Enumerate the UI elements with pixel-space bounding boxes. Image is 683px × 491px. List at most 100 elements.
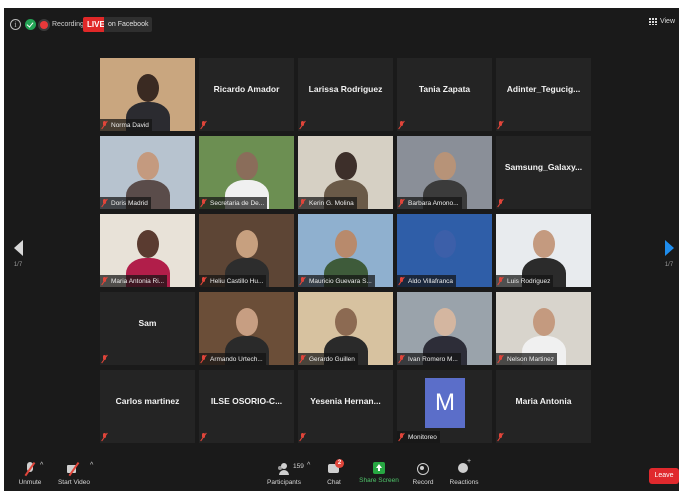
security-shield-icon[interactable] xyxy=(25,19,36,30)
chat-label: Chat xyxy=(327,479,341,486)
leave-button[interactable]: Leave xyxy=(649,468,679,484)
participant-tile[interactable]: Maria Antonia Ri... xyxy=(100,214,195,287)
info-icon[interactable]: i xyxy=(10,19,21,30)
participant-label: Doris Madrid xyxy=(100,197,151,209)
microphone-muted-icon xyxy=(399,355,405,363)
participant-tile[interactable]: Yesenia Hernan... xyxy=(298,370,393,443)
start-video-label: Start Video xyxy=(57,479,91,486)
view-button[interactable]: View xyxy=(648,18,675,25)
microphone-muted-icon xyxy=(300,121,306,129)
participant-name: Barbara Amono... xyxy=(408,199,459,207)
share-screen-button[interactable]: Share Screen xyxy=(359,462,399,484)
participant-tile[interactable]: Maria Antonia xyxy=(496,370,591,443)
participant-name-display: Carlos martinez xyxy=(115,395,180,406)
microphone-muted-icon xyxy=(201,277,207,285)
participant-tile[interactable]: Luis Rodriguez xyxy=(496,214,591,287)
microphone-muted-icon xyxy=(399,277,405,285)
participant-name: Gerardo Guillen xyxy=(309,355,355,363)
microphone-muted-icon xyxy=(498,277,504,285)
participant-label: Gerardo Guillen xyxy=(298,353,358,365)
microphone-muted-icon xyxy=(201,355,207,363)
participant-tile[interactable]: Samsung_Galaxy... xyxy=(496,136,591,209)
next-page-button[interactable]: 1/7 xyxy=(659,240,679,268)
microphone-muted-icon xyxy=(102,121,108,129)
participant-name: Armando Urtech... xyxy=(210,355,263,363)
participant-label: Mauricio Guevara S... xyxy=(298,275,375,287)
participant-tile[interactable]: Larissa Rodriguez xyxy=(298,58,393,131)
participant-name-display: Sam xyxy=(138,317,157,328)
participant-tile[interactable]: Gerardo Guillen xyxy=(298,292,393,365)
participant-tile[interactable]: Armando Urtech... xyxy=(199,292,294,365)
microphone-muted-icon xyxy=(201,433,207,441)
participant-tile[interactable]: Mauricio Guevara S... xyxy=(298,214,393,287)
participant-tile[interactable]: Kerin G. Molina xyxy=(298,136,393,209)
record-button[interactable]: Record xyxy=(410,462,436,486)
participant-name-display: Adinter_Tegucig... xyxy=(506,83,581,94)
participant-tile[interactable]: Carlos martinez xyxy=(100,370,195,443)
participants-button[interactable]: 159 Participants xyxy=(264,462,304,486)
participant-tile[interactable]: Sam xyxy=(100,292,195,365)
participant-tile[interactable]: Barbara Amono... xyxy=(397,136,492,209)
participant-head xyxy=(434,230,456,258)
chat-icon: 2 xyxy=(328,459,344,476)
start-video-button[interactable]: Start Video xyxy=(56,462,92,486)
microphone-muted-icon xyxy=(26,462,34,476)
participant-tile[interactable]: Adinter_Tegucig... xyxy=(496,58,591,131)
microphone-muted-icon xyxy=(300,433,306,441)
participant-label xyxy=(100,431,114,443)
page-indicator-right: 1/7 xyxy=(664,262,674,268)
participant-head xyxy=(236,308,258,336)
recording-indicator[interactable]: Recording xyxy=(40,17,84,32)
microphone-muted-icon xyxy=(498,433,504,441)
participants-label: Participants xyxy=(267,479,301,486)
microphone-muted-icon xyxy=(102,277,108,285)
participant-head xyxy=(434,308,456,336)
participant-tile[interactable]: ILSE OSORIO-C... xyxy=(199,370,294,443)
reactions-icon xyxy=(458,458,471,476)
participant-label xyxy=(298,119,312,131)
microphone-muted-icon xyxy=(201,199,207,207)
chat-button[interactable]: 2 Chat xyxy=(324,459,344,486)
participant-name: Norma David xyxy=(111,121,149,129)
participants-icon: 159 xyxy=(277,462,304,476)
participant-label xyxy=(496,197,510,209)
previous-page-button[interactable]: 1/7 xyxy=(8,240,28,268)
participant-label: Nelson Martinez xyxy=(496,353,557,365)
participant-label: Ivan Romero M... xyxy=(397,353,461,365)
participants-count: 159 xyxy=(293,463,304,470)
audio-options-caret[interactable]: ^ xyxy=(40,462,43,469)
participant-tile[interactable]: Secretaria de De... xyxy=(199,136,294,209)
reactions-button[interactable]: Reactions xyxy=(448,458,480,486)
participant-label: Secretaria de De... xyxy=(199,197,268,209)
participant-name-display: Tania Zapata xyxy=(418,83,471,94)
participant-label: Luis Rodriguez xyxy=(496,275,554,287)
participant-tile[interactable]: Doris Madrid xyxy=(100,136,195,209)
microphone-muted-icon xyxy=(498,121,504,129)
participant-head xyxy=(335,308,357,336)
participant-tile[interactable]: Nelson Martinez xyxy=(496,292,591,365)
participant-name: Doris Madrid xyxy=(111,199,148,207)
participant-label xyxy=(397,119,411,131)
participant-label xyxy=(496,431,510,443)
participant-name-display: Samsung_Galaxy... xyxy=(504,161,583,172)
participant-label: Maria Antonia Ri... xyxy=(100,275,168,287)
microphone-muted-icon xyxy=(300,199,306,207)
video-options-caret[interactable]: ^ xyxy=(90,462,93,469)
participant-tile[interactable]: M Monitoreo xyxy=(397,370,492,443)
microphone-muted-icon xyxy=(399,433,405,441)
participant-name: Luis Rodriguez xyxy=(507,277,551,285)
participant-head xyxy=(236,230,258,258)
participant-tile[interactable]: Tania Zapata xyxy=(397,58,492,131)
participant-tile[interactable]: Norma David xyxy=(100,58,195,131)
participant-tile[interactable]: Ricardo Amador xyxy=(199,58,294,131)
microphone-muted-icon xyxy=(399,121,405,129)
participants-options-caret[interactable]: ^ xyxy=(307,462,310,469)
participant-name: Secretaria de De... xyxy=(210,199,265,207)
view-label: View xyxy=(659,18,675,25)
participant-name: Ivan Romero M... xyxy=(408,355,458,363)
participant-tile[interactable]: Aldo Villafranca xyxy=(397,214,492,287)
microphone-muted-icon xyxy=(102,433,108,441)
participant-tile[interactable]: Heliu Castillo Hu... xyxy=(199,214,294,287)
participant-tile[interactable]: Ivan Romero M... xyxy=(397,292,492,365)
live-destination[interactable]: on Facebook xyxy=(104,17,153,32)
